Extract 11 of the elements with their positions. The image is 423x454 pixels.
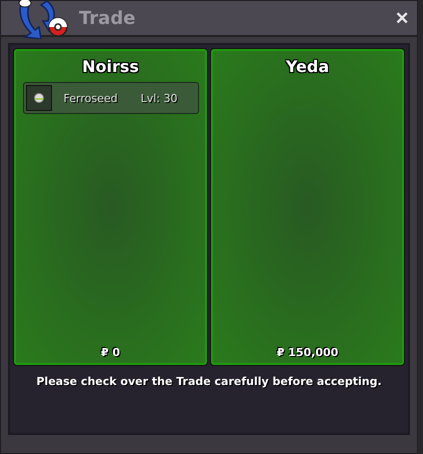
window-title: Trade bbox=[79, 8, 136, 28]
pokemon-name: Ferroseed bbox=[64, 92, 118, 104]
money-amount: ₽ 0 bbox=[100, 346, 120, 359]
trader-name: Noirss bbox=[82, 57, 139, 76]
trade-notice: Please check over the Trade carefully before accepting. bbox=[35, 375, 383, 388]
trade-item[interactable]: Ferroseed Lvl: 30 bbox=[22, 82, 198, 114]
close-button[interactable]: ✕ bbox=[391, 8, 413, 28]
money-amount: ₽ 150,000 bbox=[276, 346, 338, 359]
pokemon-level: Lvl: 30 bbox=[140, 92, 178, 104]
seed-icon bbox=[26, 85, 52, 111]
trader-name: Yeda bbox=[286, 57, 330, 76]
